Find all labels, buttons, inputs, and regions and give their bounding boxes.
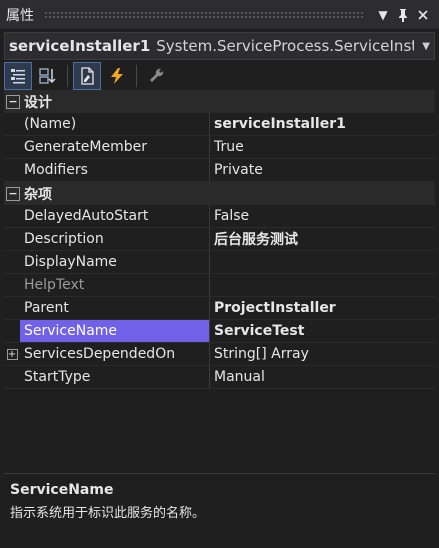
description-text: 指示系统用于标识此服务的名称。 (10, 506, 206, 521)
property-name: Parent (20, 297, 210, 319)
close-icon[interactable] (413, 5, 433, 25)
property-row-helptext[interactable]: HelpText (4, 274, 435, 297)
collapse-icon[interactable]: − (6, 186, 20, 201)
property-name: HelpText (20, 274, 210, 296)
expand-icon[interactable]: + (6, 348, 18, 360)
property-row-parent[interactable]: Parent ProjectInstaller (4, 297, 435, 320)
drag-grip[interactable] (44, 10, 363, 19)
property-row-name[interactable]: (Name) serviceInstaller1 (4, 113, 435, 136)
object-type: System.ServiceProcess.ServiceInstalle (156, 37, 414, 55)
pin-icon[interactable] (393, 5, 413, 25)
property-value[interactable]: ServiceTest (210, 320, 435, 342)
events-button[interactable] (103, 62, 131, 90)
property-value[interactable]: True (210, 136, 435, 158)
events-icon (111, 68, 123, 84)
toolbar-separator (67, 65, 68, 87)
category-label: 杂项 (24, 186, 52, 203)
property-name: GenerateMember (20, 136, 210, 158)
property-pages-button[interactable] (142, 62, 170, 90)
dropdown-menu-icon[interactable]: ▼ (373, 5, 393, 25)
collapse-icon[interactable]: − (6, 94, 20, 109)
property-value[interactable] (210, 274, 435, 296)
object-name: serviceInstaller1 (9, 37, 151, 55)
property-row-servicename[interactable]: ServiceName ServiceTest (4, 320, 435, 343)
property-name: Description (20, 228, 210, 250)
title-bar: 属性 ▼ (0, 0, 439, 30)
property-name: Modifiers (20, 159, 210, 181)
property-value[interactable]: Private (210, 159, 435, 181)
property-name: StartType (20, 366, 210, 388)
alphabetical-icon (39, 68, 56, 84)
property-name: (Name) (20, 113, 210, 135)
properties-button[interactable] (73, 62, 101, 90)
property-value[interactable]: False (210, 205, 435, 227)
categorized-button[interactable] (4, 62, 32, 90)
toolbar-separator (136, 65, 137, 87)
property-name: DelayedAutoStart (20, 205, 210, 227)
category-label: 设计 (24, 94, 52, 111)
property-value[interactable]: ProjectInstaller (210, 297, 435, 319)
property-row-delayedautostart[interactable]: DelayedAutoStart False (4, 205, 435, 228)
description-title: ServiceName (10, 482, 114, 498)
category-misc[interactable]: − 杂项 (4, 182, 435, 205)
property-row-generatemember[interactable]: GenerateMember True (4, 136, 435, 159)
properties-page-icon (81, 67, 94, 85)
chevron-down-icon[interactable]: ▼ (414, 41, 430, 52)
window-title: 属性 (6, 7, 34, 24)
object-selector[interactable]: serviceInstaller1 System.ServiceProcess.… (4, 32, 435, 60)
property-value[interactable] (210, 251, 435, 273)
property-row-servicesdependedon[interactable]: + ServicesDependedOn String[] Array (4, 343, 435, 366)
property-value[interactable]: 后台服务测试 (210, 228, 435, 250)
property-name: DisplayName (20, 251, 210, 273)
categorized-icon (11, 69, 25, 84)
property-grid: − 设计 (Name) serviceInstaller1 GenerateMe… (4, 90, 435, 389)
wrench-icon (150, 68, 164, 82)
alphabetical-button[interactable] (34, 62, 62, 90)
category-design[interactable]: − 设计 (4, 90, 435, 113)
property-row-modifiers[interactable]: Modifiers Private (4, 159, 435, 182)
property-row-description[interactable]: Description 后台服务测试 (4, 228, 435, 251)
property-value[interactable]: Manual (210, 366, 435, 388)
property-name: ServicesDependedOn (20, 343, 210, 365)
property-value[interactable]: serviceInstaller1 (210, 113, 435, 135)
property-row-displayname[interactable]: DisplayName (4, 251, 435, 274)
property-row-starttype[interactable]: StartType Manual (4, 366, 435, 389)
property-value[interactable]: String[] Array (210, 343, 435, 365)
toolbar (0, 60, 439, 92)
description-panel: ServiceName 指示系统用于标识此服务的名称。 (4, 473, 435, 543)
property-name-selected: ServiceName (20, 320, 210, 342)
